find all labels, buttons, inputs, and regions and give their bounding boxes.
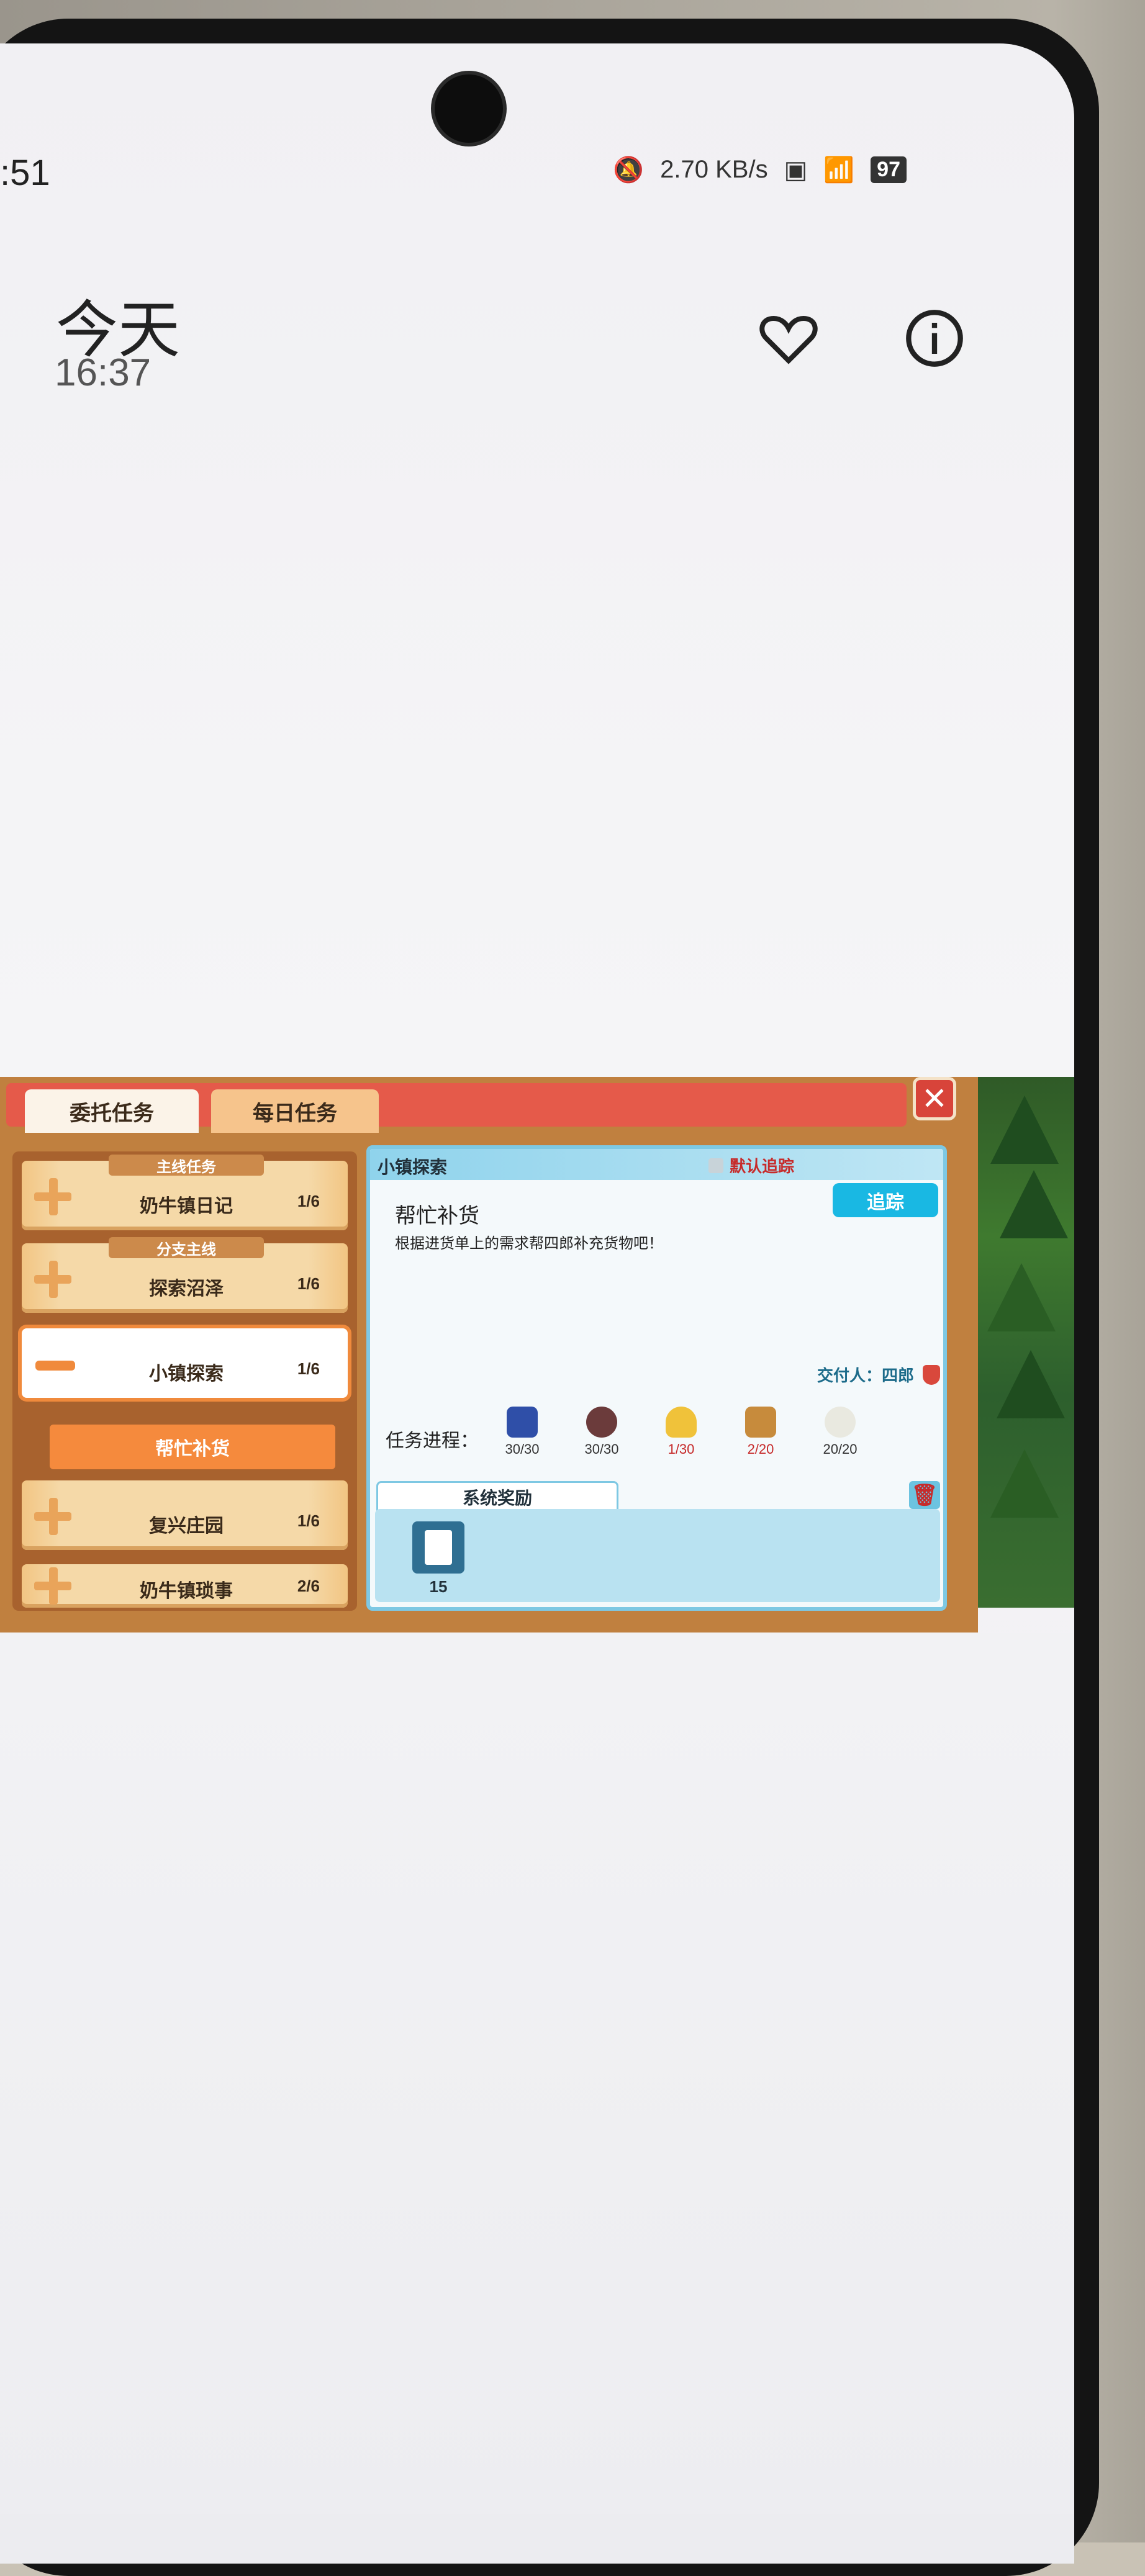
subtask-item[interactable]: 帮忙补货	[50, 1425, 335, 1469]
close-button[interactable]: ✕	[913, 1077, 956, 1120]
quest-tag: 分支主线	[109, 1237, 264, 1258]
expand-icon	[34, 1178, 71, 1215]
required-item[interactable]: 1/30	[647, 1407, 715, 1457]
info-icon[interactable]	[900, 304, 969, 372]
photo-time: 16:37	[55, 351, 152, 394]
reward-tab[interactable]: 系统奖励	[376, 1481, 618, 1511]
quest-item[interactable]: 主线任务 奶牛镇日记 1/6	[22, 1155, 348, 1230]
quest-tag: 主线任务	[109, 1155, 264, 1176]
detail-header	[370, 1149, 943, 1180]
bread-icon	[745, 1407, 776, 1438]
progress-label: 任务进程：	[386, 1431, 479, 1451]
cup-icon	[666, 1407, 697, 1438]
quest-list: 主线任务 奶牛镇日记 1/6 分支主线 探索沼泽 1/6 小镇探索 1/6 帮忙…	[12, 1151, 357, 1611]
item-count: 2/20	[747, 1441, 774, 1457]
required-item[interactable]: 30/30	[488, 1407, 556, 1457]
detail-title: 小镇探索	[378, 1158, 448, 1177]
quest-count: 1/6	[297, 1511, 320, 1530]
required-item[interactable]: 2/20	[726, 1407, 795, 1457]
default-track-label: 默认追踪	[730, 1157, 795, 1176]
tab-commission[interactable]: 委托任务	[25, 1089, 199, 1133]
sim-icon: ▣	[784, 156, 808, 184]
front-camera	[435, 74, 503, 143]
expand-icon	[34, 1498, 71, 1535]
giver-label: 交付人：四郎	[817, 1366, 915, 1385]
status-icons: 🔕 2.70 KB/s ▣ 📶 97	[613, 155, 907, 184]
reward-area: 15	[375, 1509, 940, 1602]
paper-icon	[425, 1530, 452, 1565]
reward-item[interactable]	[412, 1521, 464, 1574]
task-giver: 交付人：四郎	[817, 1363, 941, 1386]
task-description: 根据进货单上的需求帮四郎补充货物吧！	[395, 1235, 663, 1252]
quest-count: 1/6	[297, 1359, 320, 1378]
quest-name: 复兴庄园	[149, 1516, 224, 1536]
track-button[interactable]: 追踪	[833, 1183, 938, 1217]
quest-name: 探索沼泽	[149, 1279, 224, 1299]
item-count: 30/30	[584, 1441, 619, 1457]
expand-icon	[34, 1567, 71, 1605]
collapse-icon	[35, 1361, 75, 1371]
photo-background-lower	[0, 1633, 1074, 2514]
default-track-toggle[interactable]: 默认追踪	[708, 1154, 794, 1177]
giver-badge-icon	[923, 1364, 941, 1385]
required-item[interactable]: 30/30	[568, 1407, 636, 1457]
tab-daily[interactable]: 每日任务	[211, 1089, 379, 1133]
quest-name: 小镇探索	[149, 1364, 224, 1384]
donut-icon	[586, 1407, 617, 1438]
network-speed: 2.70 KB/s	[660, 156, 768, 183]
checkbox[interactable]	[708, 1158, 723, 1173]
plate-icon	[825, 1407, 856, 1438]
trash-icon[interactable]: 🗑	[909, 1481, 940, 1509]
expand-icon	[34, 1261, 71, 1298]
battery-level: 97	[871, 156, 907, 183]
quest-item[interactable]: 奶牛镇琐事 2/6	[22, 1564, 348, 1608]
game-quest-window: 委托任务 每日任务 ✕ 主线任务 奶牛镇日记 1/6 分支主线 探索沼泽 1/6…	[0, 1077, 978, 1633]
wifi-icon: 📶	[823, 156, 855, 184]
quest-name: 奶牛镇琐事	[140, 1581, 233, 1601]
task-name: 帮忙补货	[395, 1204, 479, 1228]
item-count: 30/30	[505, 1441, 540, 1457]
item-count: 1/30	[668, 1441, 695, 1457]
blue-ore-icon	[507, 1407, 538, 1438]
quest-count: 2/6	[297, 1577, 320, 1595]
quest-item[interactable]: 分支主线 探索沼泽 1/6	[22, 1237, 348, 1313]
quest-count: 1/6	[297, 1192, 320, 1210]
required-item[interactable]: 20/20	[806, 1407, 874, 1457]
item-count: 20/20	[823, 1441, 858, 1457]
reward-quantity: 15	[429, 1577, 448, 1596]
favorite-icon[interactable]	[754, 304, 823, 372]
quest-count: 1/6	[297, 1274, 320, 1293]
game-forest-background	[978, 1077, 1074, 1608]
quest-name: 奶牛镇日记	[140, 1196, 233, 1217]
mute-icon: 🔕	[613, 156, 645, 184]
quest-detail: 小镇探索 默认追踪 追踪 帮忙补货 根据进货单上的需求帮四郎补充货物吧！ 交付人…	[366, 1145, 947, 1611]
status-time: :51	[0, 153, 50, 193]
quest-item-active[interactable]: 小镇探索 1/6	[22, 1328, 348, 1398]
quest-item[interactable]: 复兴庄园 1/6	[22, 1480, 348, 1550]
